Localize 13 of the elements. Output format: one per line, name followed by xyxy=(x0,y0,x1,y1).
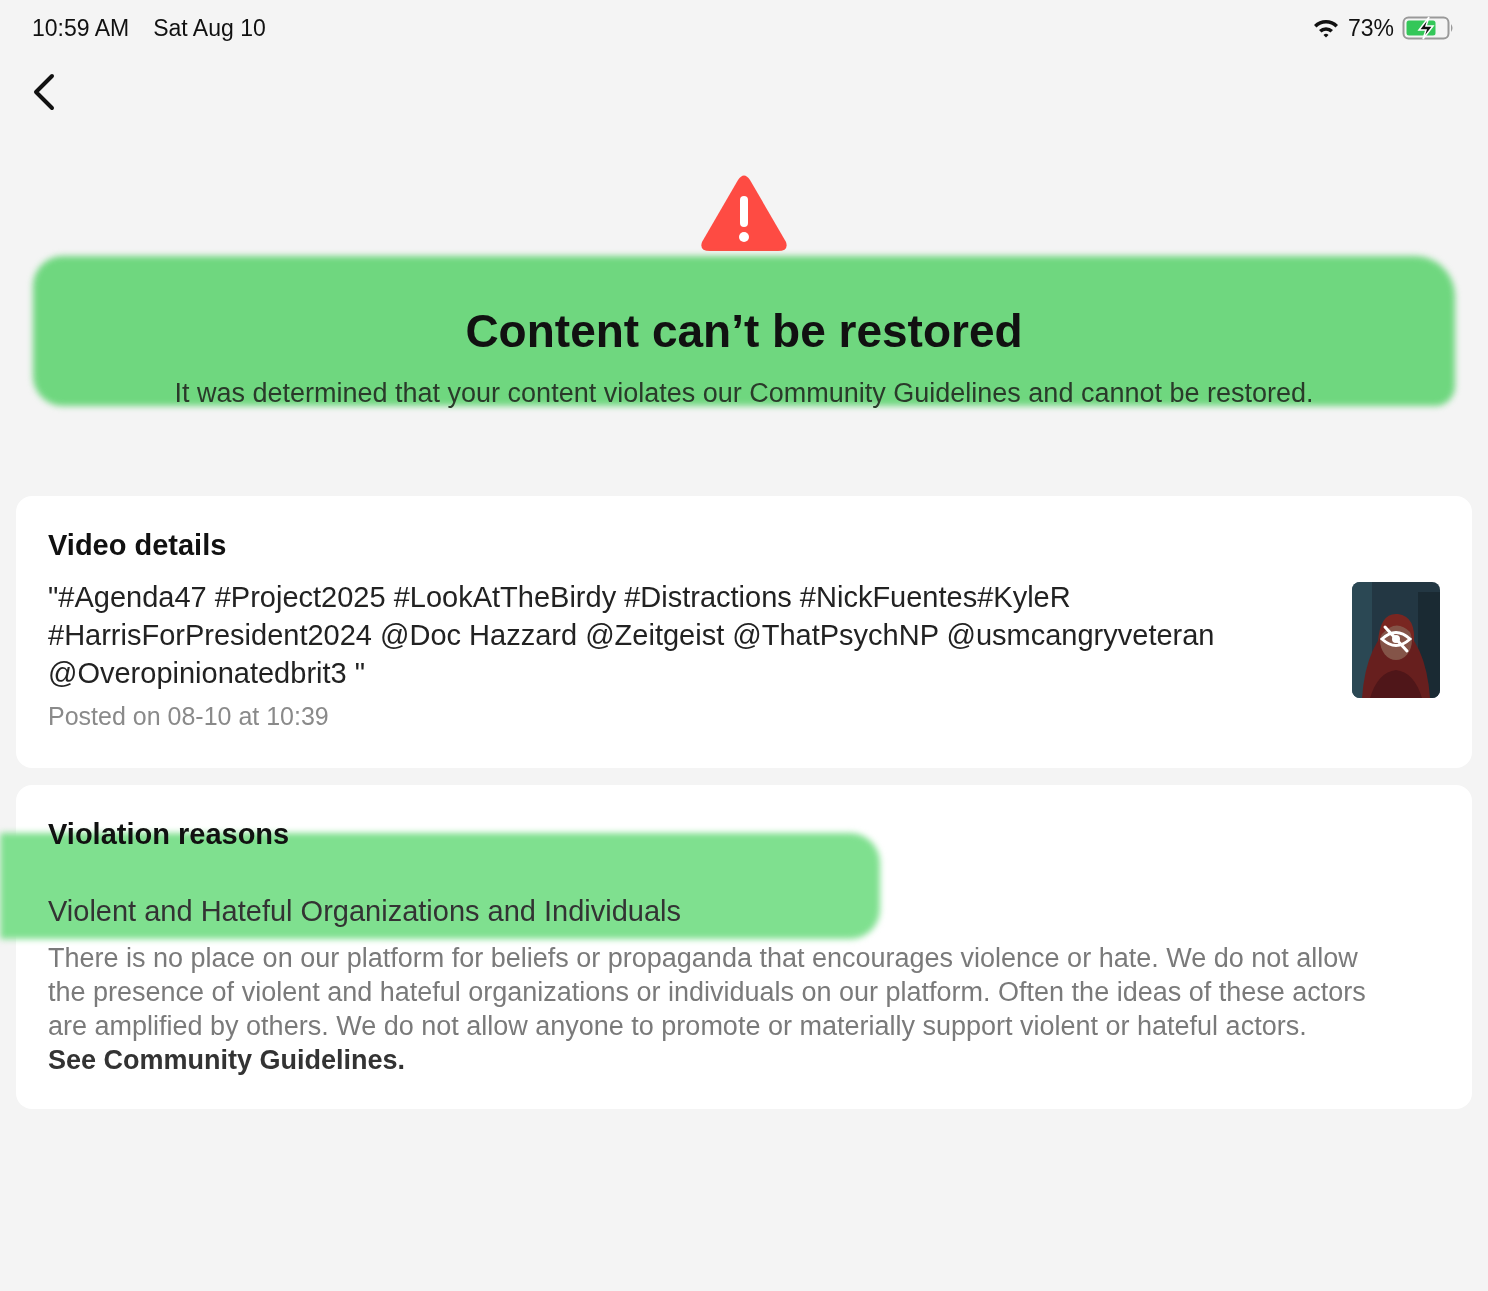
guidelines-link[interactable]: See Community Guidelines. xyxy=(48,1045,406,1076)
violation-reason: Violent and Hateful Organizations and Individuals xyxy=(48,893,683,929)
warning-icon xyxy=(700,174,788,252)
status-time: 10:59 AM xyxy=(32,13,130,43)
status-date: Sat Aug 10 xyxy=(153,13,266,43)
page-message: It was determined that your content violates our Community Guidelines and cannot be restored. xyxy=(173,377,1315,411)
battery-percent: 73% xyxy=(1347,13,1394,43)
posted-date: Posted on 08-10 at 10:39 xyxy=(48,701,330,733)
violation-description: There is no place on our platform for beliefs or propaganda that encourages violence or hate. We do not allow the presence of violent and hateful organizations or individuals on our platform. Often the ideas of these actors are amplified by others. We do not allow anyone to promote or materially support violent or hateful actors. See Community Guidelines. xyxy=(48,942,1367,1078)
card-heading: Violation reasons xyxy=(48,817,291,852)
page-title: Content can’t be restored xyxy=(464,304,1024,359)
card-heading: Video details xyxy=(48,527,228,563)
video-caption: "#Agenda47 #Project2025 #LookAtTheBirdy #Distractions #NickFuentes#KyleR #HarrisForPresident2024 @Doc Hazzard @Zeitgeist @ThatPsychNP @usmcangryveteran @Overopinionatedbrit3 " xyxy=(48,580,1216,692)
